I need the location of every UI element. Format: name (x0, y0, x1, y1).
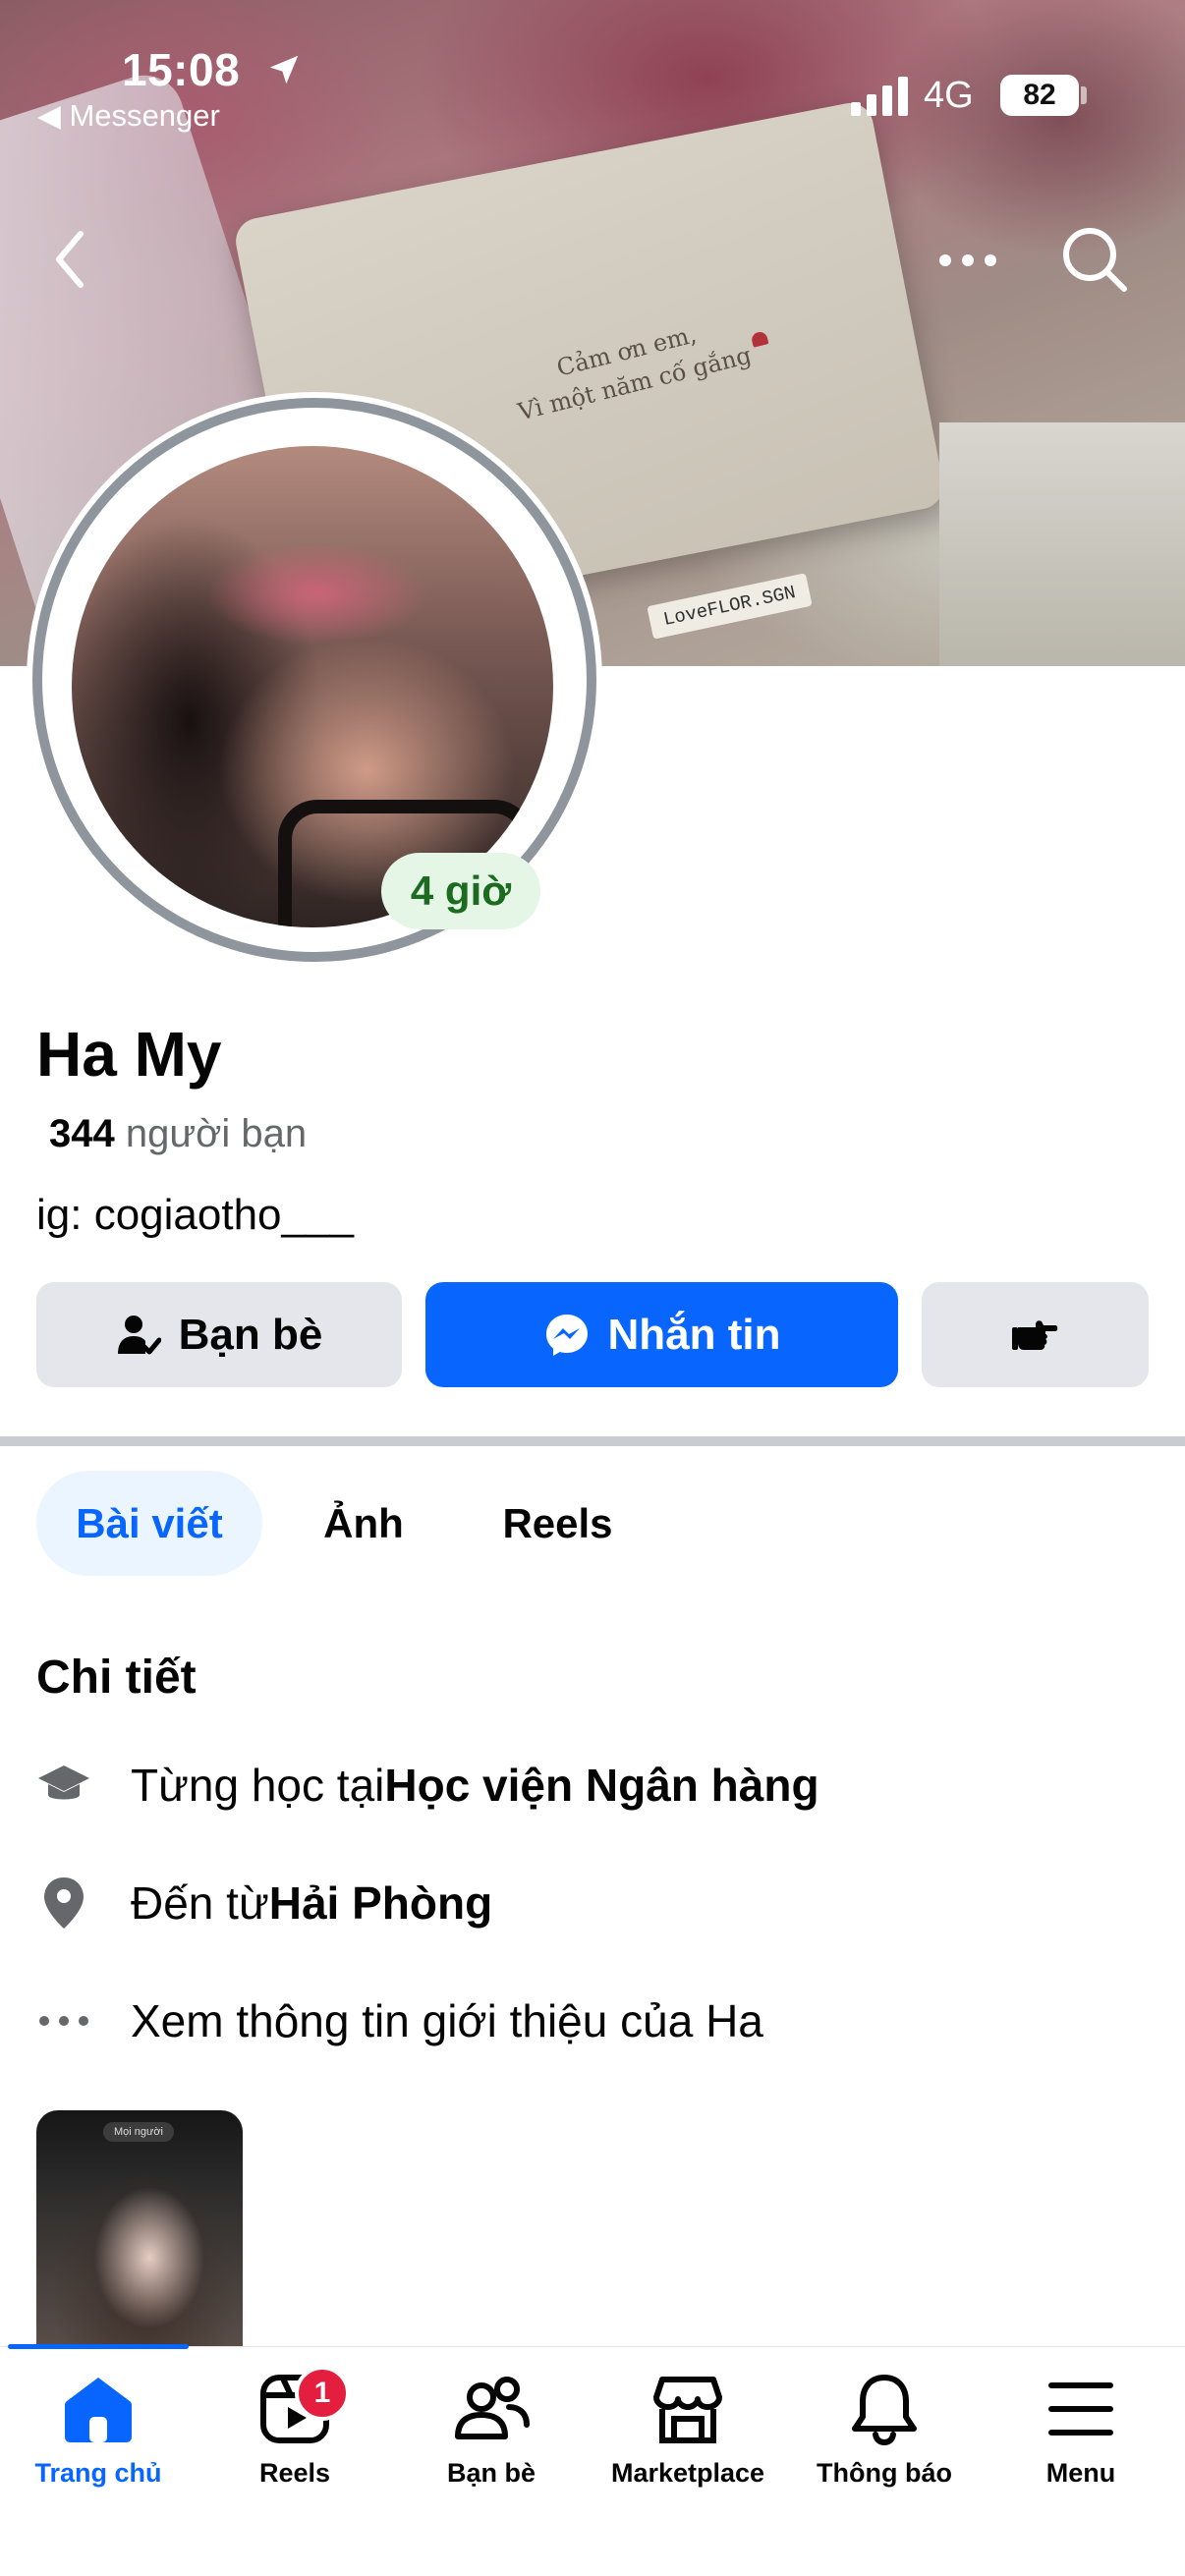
location-pin-icon (36, 1876, 91, 1931)
back-to-messenger[interactable]: ◀ Messenger (37, 98, 220, 134)
battery-tip (1081, 86, 1087, 104)
profile-bio: ig: cogiaotho___ (36, 1191, 354, 1239)
friends-button[interactable]: Bạn bè (36, 1282, 402, 1387)
nav-home[interactable]: Trang chủ (0, 2370, 197, 2507)
poke-hand-icon (1011, 1319, 1057, 1350)
marketplace-icon (653, 2377, 722, 2443)
back-chevron-icon[interactable] (47, 226, 94, 293)
ellipsis-icon (36, 1993, 91, 2048)
message-button-label: Nhắn tin (607, 1310, 781, 1359)
messenger-icon (545, 1314, 588, 1356)
home-icon (65, 2378, 132, 2442)
nav-reels-label: Reels (258, 2458, 331, 2488)
see-about-info[interactable]: Xem thông tin giới thiệu của Ha (36, 1987, 763, 2055)
detail-school: Từng học tại Học viện Ngân hàng (36, 1751, 819, 1820)
friend-count[interactable]: 344 người bạn (49, 1112, 307, 1156)
friends-button-label: Bạn bè (178, 1310, 323, 1359)
signal-icon (851, 77, 908, 116)
friends-icon (455, 2377, 530, 2439)
nav-menu-label: Menu (1045, 2458, 1116, 2488)
details-title: Chi tiết (36, 1652, 197, 1704)
friend-count-label: người bạn (114, 1112, 308, 1155)
hometown-prefix: Đến từ (131, 1877, 269, 1929)
nav-active-indicator (8, 2344, 189, 2349)
status-time: 15:08 (122, 44, 241, 95)
thumbnail-audience-pill: Mọi người (103, 2122, 174, 2142)
status-bar: 15:08 ◀ Messenger 4G 82 (0, 0, 1185, 138)
nav-notifications-label: Thông báo (817, 2458, 952, 2488)
profile-name: Ha My (36, 1019, 222, 1090)
nav-menu[interactable]: Menu (983, 2370, 1179, 2507)
section-divider (0, 1436, 1185, 1446)
location-arrow-icon (269, 55, 299, 84)
nav-marketplace[interactable]: Marketplace (590, 2370, 786, 2507)
tab-posts[interactable]: Bài viết (36, 1471, 262, 1576)
nav-friends[interactable]: Bạn bè (393, 2370, 590, 2507)
featured-story-thumbnail[interactable]: Mọi người (36, 2110, 243, 2348)
friend-check-icon (117, 1315, 161, 1354)
poke-button[interactable] (922, 1282, 1149, 1387)
nav-marketplace-label: Marketplace (610, 2458, 765, 2488)
search-icon[interactable] (1059, 224, 1130, 295)
see-about-info-label: Xem thông tin giới thiệu của Ha (131, 1995, 763, 2046)
menu-icon (1048, 2382, 1113, 2436)
nav-home-label: Trang chủ (34, 2458, 162, 2488)
school-prefix: Từng học tại (131, 1760, 385, 1811)
cover-box (939, 422, 1185, 666)
school-name[interactable]: Học viện Ngân hàng (384, 1759, 818, 1812)
reels-notification-badge: 1 (295, 2366, 350, 2421)
battery-level: 82 (1000, 75, 1079, 116)
story-age-badge[interactable]: 4 giờ (381, 853, 540, 929)
graduation-cap-icon (36, 1758, 91, 1813)
cover-brand-tag: LoveFLOR.SGN (647, 573, 813, 640)
more-options-icon[interactable] (933, 236, 1002, 285)
tab-reels[interactable]: Reels (472, 1471, 644, 1576)
message-button[interactable]: Nhắn tin (425, 1282, 898, 1387)
network-type: 4G (924, 75, 974, 116)
tab-photos[interactable]: Ảnh (295, 1471, 432, 1576)
nav-friends-label: Bạn bè (446, 2458, 536, 2488)
hometown-name[interactable]: Hải Phòng (269, 1876, 492, 1930)
friend-count-number: 344 (49, 1112, 115, 1155)
detail-hometown: Đến từ Hải Phòng (36, 1869, 492, 1937)
nav-notifications[interactable]: Thông báo (786, 2370, 983, 2507)
bell-icon (852, 2375, 917, 2446)
